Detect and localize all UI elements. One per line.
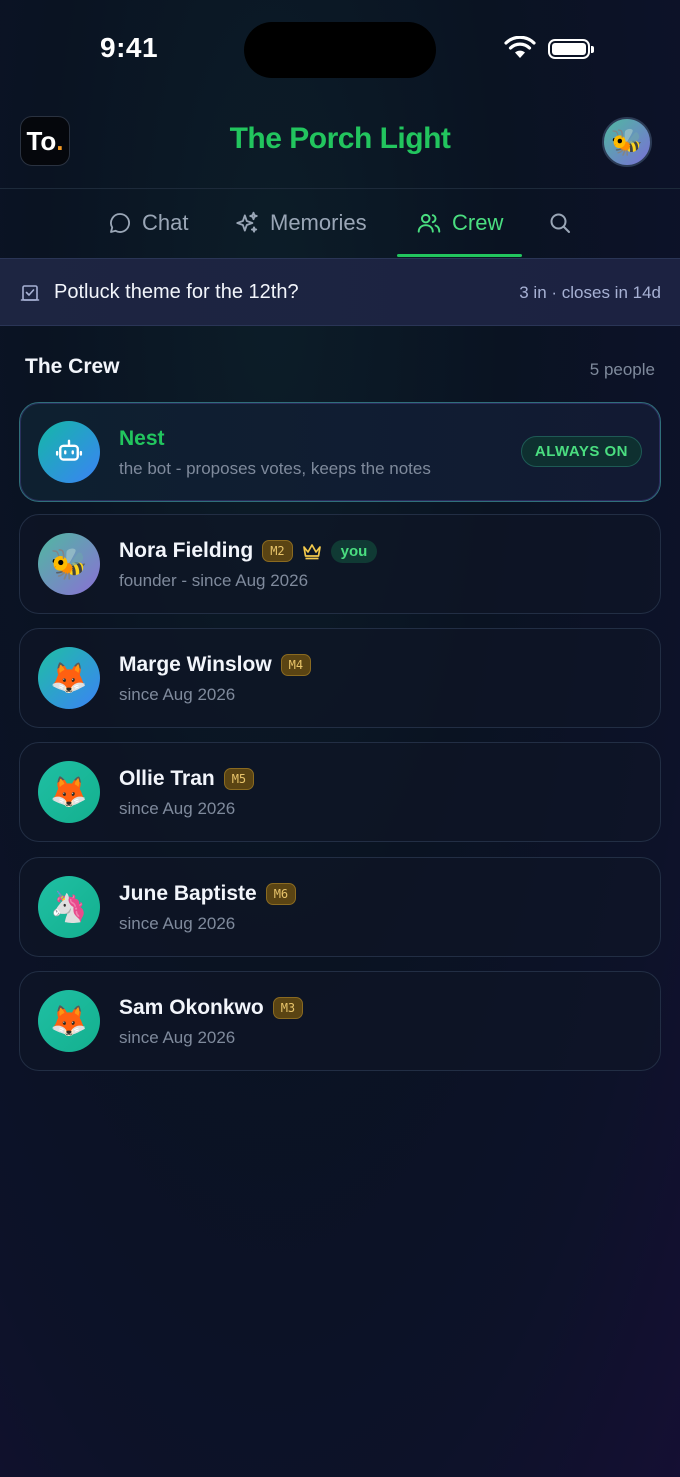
tab-chat[interactable]: Chat	[108, 189, 188, 257]
wifi-icon	[504, 36, 536, 58]
people-icon	[417, 213, 441, 233]
crown-icon	[302, 544, 321, 560]
profile-avatar[interactable]: 🐝	[602, 117, 652, 167]
member-subtitle: since Aug 2026	[119, 1028, 236, 1047]
member-name: Sam Okonkwo	[119, 996, 264, 1019]
sparkles-icon	[236, 211, 258, 233]
tab-bar: Chat Memories Crew	[0, 189, 680, 257]
tab-memories[interactable]: Memories	[234, 189, 367, 257]
member-avatar: 🦊	[38, 990, 100, 1052]
member-subtitle: founder - since Aug 2026	[119, 571, 309, 590]
always-on-badge: ALWAYS ON	[520, 436, 642, 467]
active-tab-indicator	[397, 254, 522, 257]
member-avatar: 🦊	[38, 761, 100, 823]
bot-avatar	[38, 421, 100, 483]
vote-question: Potluck theme for the 12th?	[54, 281, 299, 303]
member-subtitle: since Aug 2026	[119, 799, 236, 818]
member-badge: M6	[265, 883, 297, 905]
section-title: The Crew	[25, 355, 120, 378]
you-badge: you	[330, 539, 378, 563]
bot-name: Nest	[119, 427, 165, 450]
member-badge: M4	[280, 654, 312, 676]
member-card[interactable]: 🦄 June Baptiste M6 since Aug 2026	[19, 857, 661, 957]
tab-search[interactable]	[548, 189, 572, 257]
search-icon	[550, 213, 570, 233]
member-card[interactable]: 🐝 Nora Fielding M2 you founder - since A…	[19, 514, 661, 614]
member-avatar: 🦄	[38, 876, 100, 938]
member-avatar: 🐝	[38, 533, 100, 595]
app-header: To. The Porch Light 🐝	[0, 100, 680, 189]
active-vote-banner[interactable]: Potluck theme for the 12th? 3 in · close…	[0, 258, 680, 326]
member-badge: M3	[272, 997, 304, 1019]
member-subtitle: since Aug 2026	[119, 914, 236, 933]
member-name: Nora Fielding	[119, 539, 254, 562]
member-name: Ollie Tran	[119, 767, 215, 790]
member-avatar: 🦊	[38, 647, 100, 709]
member-badge: M2	[262, 540, 293, 562]
bot-card[interactable]: Nest the bot - proposes votes, keeps the…	[19, 402, 661, 502]
dynamic-island	[244, 22, 436, 78]
member-count: 5 people	[589, 360, 655, 379]
status-bar: 9:41	[0, 0, 680, 100]
member-subtitle: since Aug 2026	[119, 685, 236, 704]
group-title: The Porch Light	[229, 122, 451, 155]
ballot-box-icon	[20, 285, 40, 301]
member-name: June Baptiste	[119, 882, 257, 905]
member-card[interactable]: 🦊 Ollie Tran M5 since Aug 2026	[19, 742, 661, 842]
member-name: Marge Winslow	[119, 653, 272, 676]
vote-status: 3 in · closes in 14d	[519, 283, 661, 302]
tab-crew[interactable]: Crew	[416, 189, 503, 257]
chat-bubble-icon	[110, 213, 130, 233]
robot-icon	[55, 439, 83, 461]
battery-icon	[548, 39, 594, 59]
clock: 9:41	[100, 32, 159, 63]
member-card[interactable]: 🦊 Sam Okonkwo M3 since Aug 2026	[19, 971, 661, 1071]
member-badge: M5	[223, 768, 255, 790]
bot-description: the bot - proposes votes, keeps the note…	[119, 459, 431, 478]
member-card[interactable]: 🦊 Marge Winslow M4 since Aug 2026	[19, 628, 661, 728]
